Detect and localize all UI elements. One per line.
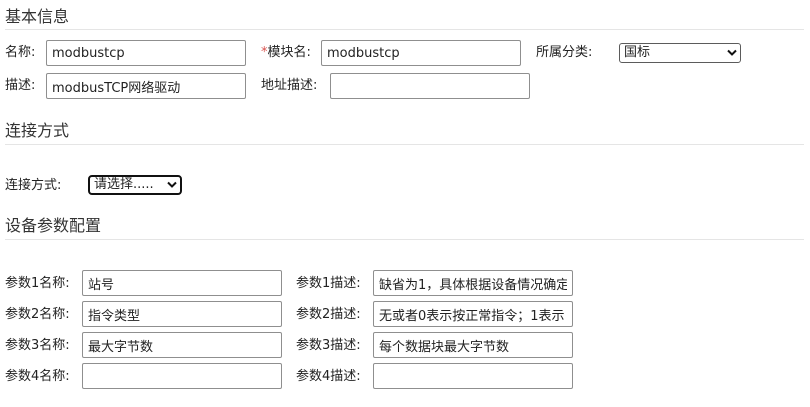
category-select[interactable]: 国标 bbox=[619, 43, 741, 63]
section-divider bbox=[5, 29, 804, 30]
module-name-label-text: 模块名: bbox=[267, 45, 311, 60]
param-name-label: 参数1名称: bbox=[5, 276, 70, 291]
category-select-value: 国标 bbox=[624, 45, 651, 60]
param-name-input[interactable] bbox=[82, 301, 282, 327]
param-description-input[interactable] bbox=[373, 270, 573, 296]
param-description-label: 参数1描述: bbox=[296, 276, 361, 291]
param-description-label: 参数4描述: bbox=[296, 369, 361, 384]
chevron-down-icon bbox=[727, 49, 737, 56]
param-name-input[interactable] bbox=[82, 363, 282, 389]
section-title-basic: 基本信息 bbox=[5, 7, 70, 26]
module-name-label: *模块名: bbox=[261, 45, 311, 61]
name-label: 名称: bbox=[5, 45, 36, 60]
param-description-input[interactable] bbox=[373, 301, 573, 327]
section-divider bbox=[5, 239, 804, 240]
param-name-label: 参数4名称: bbox=[5, 369, 70, 384]
section-title-device-params: 设备参数配置 bbox=[5, 216, 102, 235]
connection-type-select-value: 请选择..... bbox=[94, 177, 154, 192]
address-description-label: 地址描述: bbox=[261, 78, 318, 93]
param-description-label: 参数2描述: bbox=[296, 307, 361, 322]
param-description-input[interactable] bbox=[373, 363, 573, 389]
section-divider bbox=[5, 144, 804, 145]
description-input[interactable] bbox=[46, 73, 246, 99]
param-name-input[interactable] bbox=[82, 332, 282, 358]
address-description-input[interactable] bbox=[330, 73, 530, 99]
param-name-input[interactable] bbox=[82, 270, 282, 296]
param-description-label: 参数3描述: bbox=[296, 338, 361, 353]
connection-type-select[interactable]: 请选择..... bbox=[88, 175, 182, 195]
chevron-down-icon bbox=[167, 181, 177, 188]
section-title-connection: 连接方式 bbox=[5, 121, 70, 140]
param-name-label: 参数2名称: bbox=[5, 307, 70, 322]
connection-type-label: 连接方式: bbox=[5, 178, 62, 193]
category-label: 所属分类: bbox=[536, 45, 593, 60]
param-description-input[interactable] bbox=[373, 332, 573, 358]
module-name-input[interactable] bbox=[321, 40, 521, 66]
description-label: 描述: bbox=[5, 78, 36, 93]
name-input[interactable] bbox=[46, 40, 246, 66]
param-name-label: 参数3名称: bbox=[5, 338, 70, 353]
